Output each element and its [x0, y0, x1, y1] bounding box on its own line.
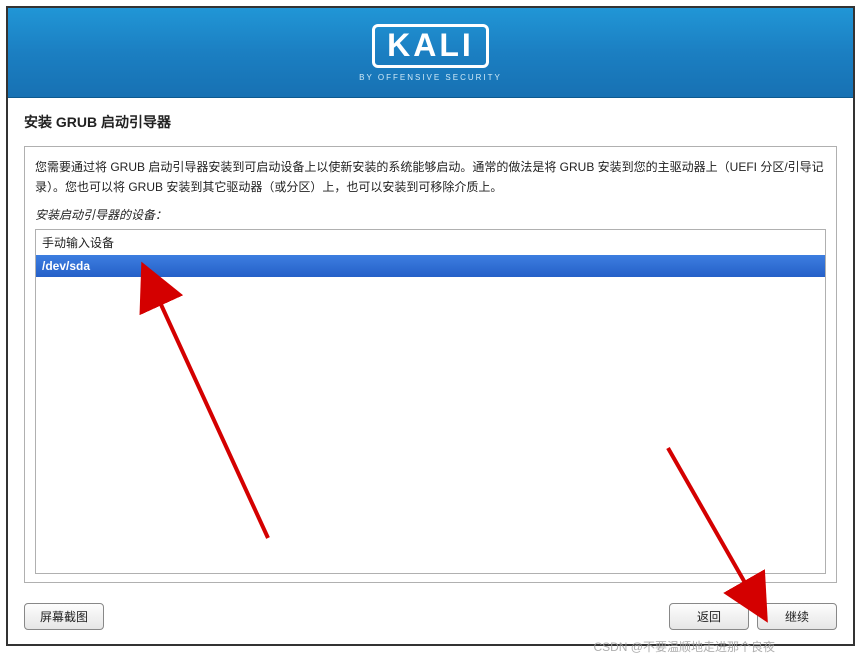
page-title: 安装 GRUB 启动引导器 [24, 112, 837, 132]
spacer [112, 603, 661, 630]
device-label: 安装启动引导器的设备： [35, 206, 826, 223]
content-area: 安装 GRUB 启动引导器 您需要通过将 GRUB 启动引导器安装到可启动设备上… [8, 98, 853, 593]
description-text: 您需要通过将 GRUB 启动引导器安装到可启动设备上以使新安装的系统能够启动。通… [35, 157, 826, 198]
back-button[interactable]: 返回 [669, 603, 749, 630]
continue-button[interactable]: 继续 [757, 603, 837, 630]
device-list[interactable]: 手动输入设备 /dev/sda [35, 229, 826, 574]
button-bar: 屏幕截图 返回 继续 [8, 593, 853, 644]
kali-logo-text: KALI [387, 27, 474, 63]
kali-logo-box: KALI [372, 24, 489, 68]
device-option-sda[interactable]: /dev/sda [36, 255, 825, 277]
kali-logo: KALI BY OFFENSIVE SECURITY [359, 24, 502, 82]
kali-logo-subtitle: BY OFFENSIVE SECURITY [359, 73, 502, 82]
installer-window: KALI BY OFFENSIVE SECURITY 安装 GRUB 启动引导器… [6, 6, 855, 646]
header-banner: KALI BY OFFENSIVE SECURITY [8, 8, 853, 98]
screenshot-button[interactable]: 屏幕截图 [24, 603, 104, 630]
description-box: 您需要通过将 GRUB 启动引导器安装到可启动设备上以使新安装的系统能够启动。通… [24, 146, 837, 583]
device-option-manual[interactable]: 手动输入设备 [36, 230, 825, 255]
